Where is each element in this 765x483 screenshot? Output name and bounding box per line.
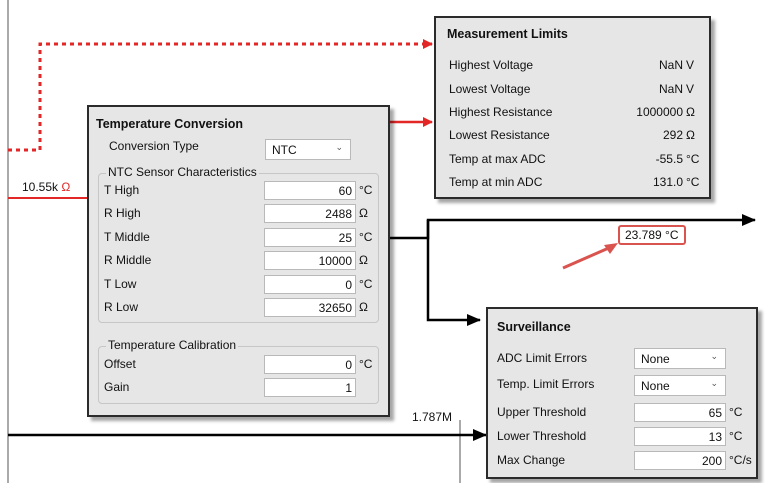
ohm-symbol: Ω: [61, 180, 71, 194]
chevron-down-icon: ⌄: [335, 142, 343, 152]
conversion-type-value: NTC: [272, 143, 297, 157]
ntc-unit: Ω: [359, 206, 368, 220]
ntc-label: R High: [104, 206, 141, 220]
limit-unit: Ω: [686, 128, 695, 142]
adc-limit-errors-label: ADC Limit Errors: [497, 351, 588, 365]
surveillance-unit: °C: [729, 429, 743, 443]
limit-label: Lowest Resistance: [449, 128, 550, 142]
temperature-readout: 23.789 °C: [618, 225, 686, 245]
adc-limit-errors-select[interactable]: None ⌄: [634, 348, 726, 369]
offset-input[interactable]: 0: [264, 355, 356, 374]
ntc-input[interactable]: 10000: [264, 251, 356, 270]
limit-unit: Ω: [686, 105, 695, 119]
ntc-label: R Low: [104, 300, 139, 314]
surveillance-title: Surveillance: [497, 320, 571, 334]
ntc-unit: °C: [359, 230, 373, 244]
ntc-label: T Low: [104, 277, 137, 291]
temp-limit-errors-value: None: [641, 379, 670, 393]
surveillance-label: Upper Threshold: [497, 405, 587, 419]
limit-label: Highest Resistance: [449, 105, 553, 119]
calibration-label: Gain: [104, 380, 130, 394]
measurement-limits-title: Measurement Limits: [447, 27, 568, 41]
surveillance-label: Lower Threshold: [497, 429, 587, 443]
ntc-group-label: NTC Sensor Characteristics: [106, 165, 259, 179]
limit-value: 1000000: [636, 105, 683, 119]
surveillance-unit: °C: [729, 405, 743, 419]
surveillance-label: Max Change: [497, 453, 566, 467]
ntc-input[interactable]: 2488: [264, 204, 356, 223]
limit-unit: V: [686, 58, 695, 72]
ntc-label: T Middle: [104, 230, 150, 244]
ntc-label: R Middle: [104, 253, 152, 267]
limit-label: Highest Voltage: [449, 58, 534, 72]
ntc-unit: °C: [359, 277, 373, 291]
conversion-type-label: Conversion Type: [109, 139, 199, 153]
chevron-down-icon: ⌄: [710, 351, 718, 361]
conversion-type-select[interactable]: NTC ⌄: [265, 139, 351, 160]
chevron-down-icon: ⌄: [710, 378, 718, 388]
ntc-unit: Ω: [359, 300, 368, 314]
measurement-limits-panel: Measurement Limits Highest Voltage NaN V…: [434, 16, 711, 199]
gain-input[interactable]: 1: [264, 378, 356, 397]
limit-label: Lowest Voltage: [449, 82, 531, 96]
limit-value: -55.5: [655, 152, 683, 166]
temperature-conversion-panel: Temperature Conversion Conversion Type N…: [87, 105, 390, 417]
temp-limit-errors-select[interactable]: None ⌄: [634, 375, 726, 396]
ntc-input[interactable]: 25: [264, 228, 356, 247]
ntc-input[interactable]: 0: [264, 275, 356, 294]
surveillance-input-wire[interactable]: [426, 220, 481, 326]
limit-value: 292: [662, 128, 683, 142]
ntc-unit: °C: [359, 183, 373, 197]
adc-limit-errors-value: None: [641, 352, 670, 366]
limit-value: 131.0: [652, 175, 683, 189]
ntc-unit: Ω: [359, 253, 368, 267]
limit-label: Temp at min ADC: [449, 175, 543, 189]
limit-unit: V: [686, 82, 695, 96]
input-resistance-label: 10.55k Ω: [22, 180, 71, 194]
calibration-group-label: Temperature Calibration: [106, 338, 239, 352]
limit-value: NaN: [658, 58, 683, 72]
surveillance-panel: Surveillance ADC Limit Errors None ⌄ Tem…: [486, 307, 758, 479]
limit-value: NaN: [658, 82, 683, 96]
ntc-label: T High: [104, 183, 140, 197]
calibration-label: Offset: [104, 357, 136, 371]
lower-threshold-input[interactable]: 13: [634, 427, 726, 446]
limit-label: Temp at max ADC: [449, 152, 546, 166]
calibration-unit: °C: [359, 357, 373, 371]
ntc-input[interactable]: 32650: [264, 298, 356, 317]
temperature-conversion-title: Temperature Conversion: [96, 117, 244, 131]
limit-unit: °C: [686, 152, 700, 166]
temperature-output-wire[interactable]: [390, 214, 756, 240]
ntc-characteristics-group: NTC Sensor Characteristics T High 60 °C …: [98, 165, 379, 323]
limit-unit: °C: [686, 175, 700, 189]
ntc-input[interactable]: 60: [264, 181, 356, 200]
readout-pointer-arrow: [562, 245, 612, 270]
surveillance-unit: °C/s: [729, 453, 752, 467]
adc-value-label: 1.787M: [412, 410, 453, 424]
upper-threshold-input[interactable]: 65: [634, 403, 726, 422]
temperature-calibration-group: Temperature Calibration Offset 0 °C Gain…: [98, 338, 379, 404]
max-change-input[interactable]: 200: [634, 451, 726, 470]
temp-limit-errors-label: Temp. Limit Errors: [497, 377, 595, 391]
